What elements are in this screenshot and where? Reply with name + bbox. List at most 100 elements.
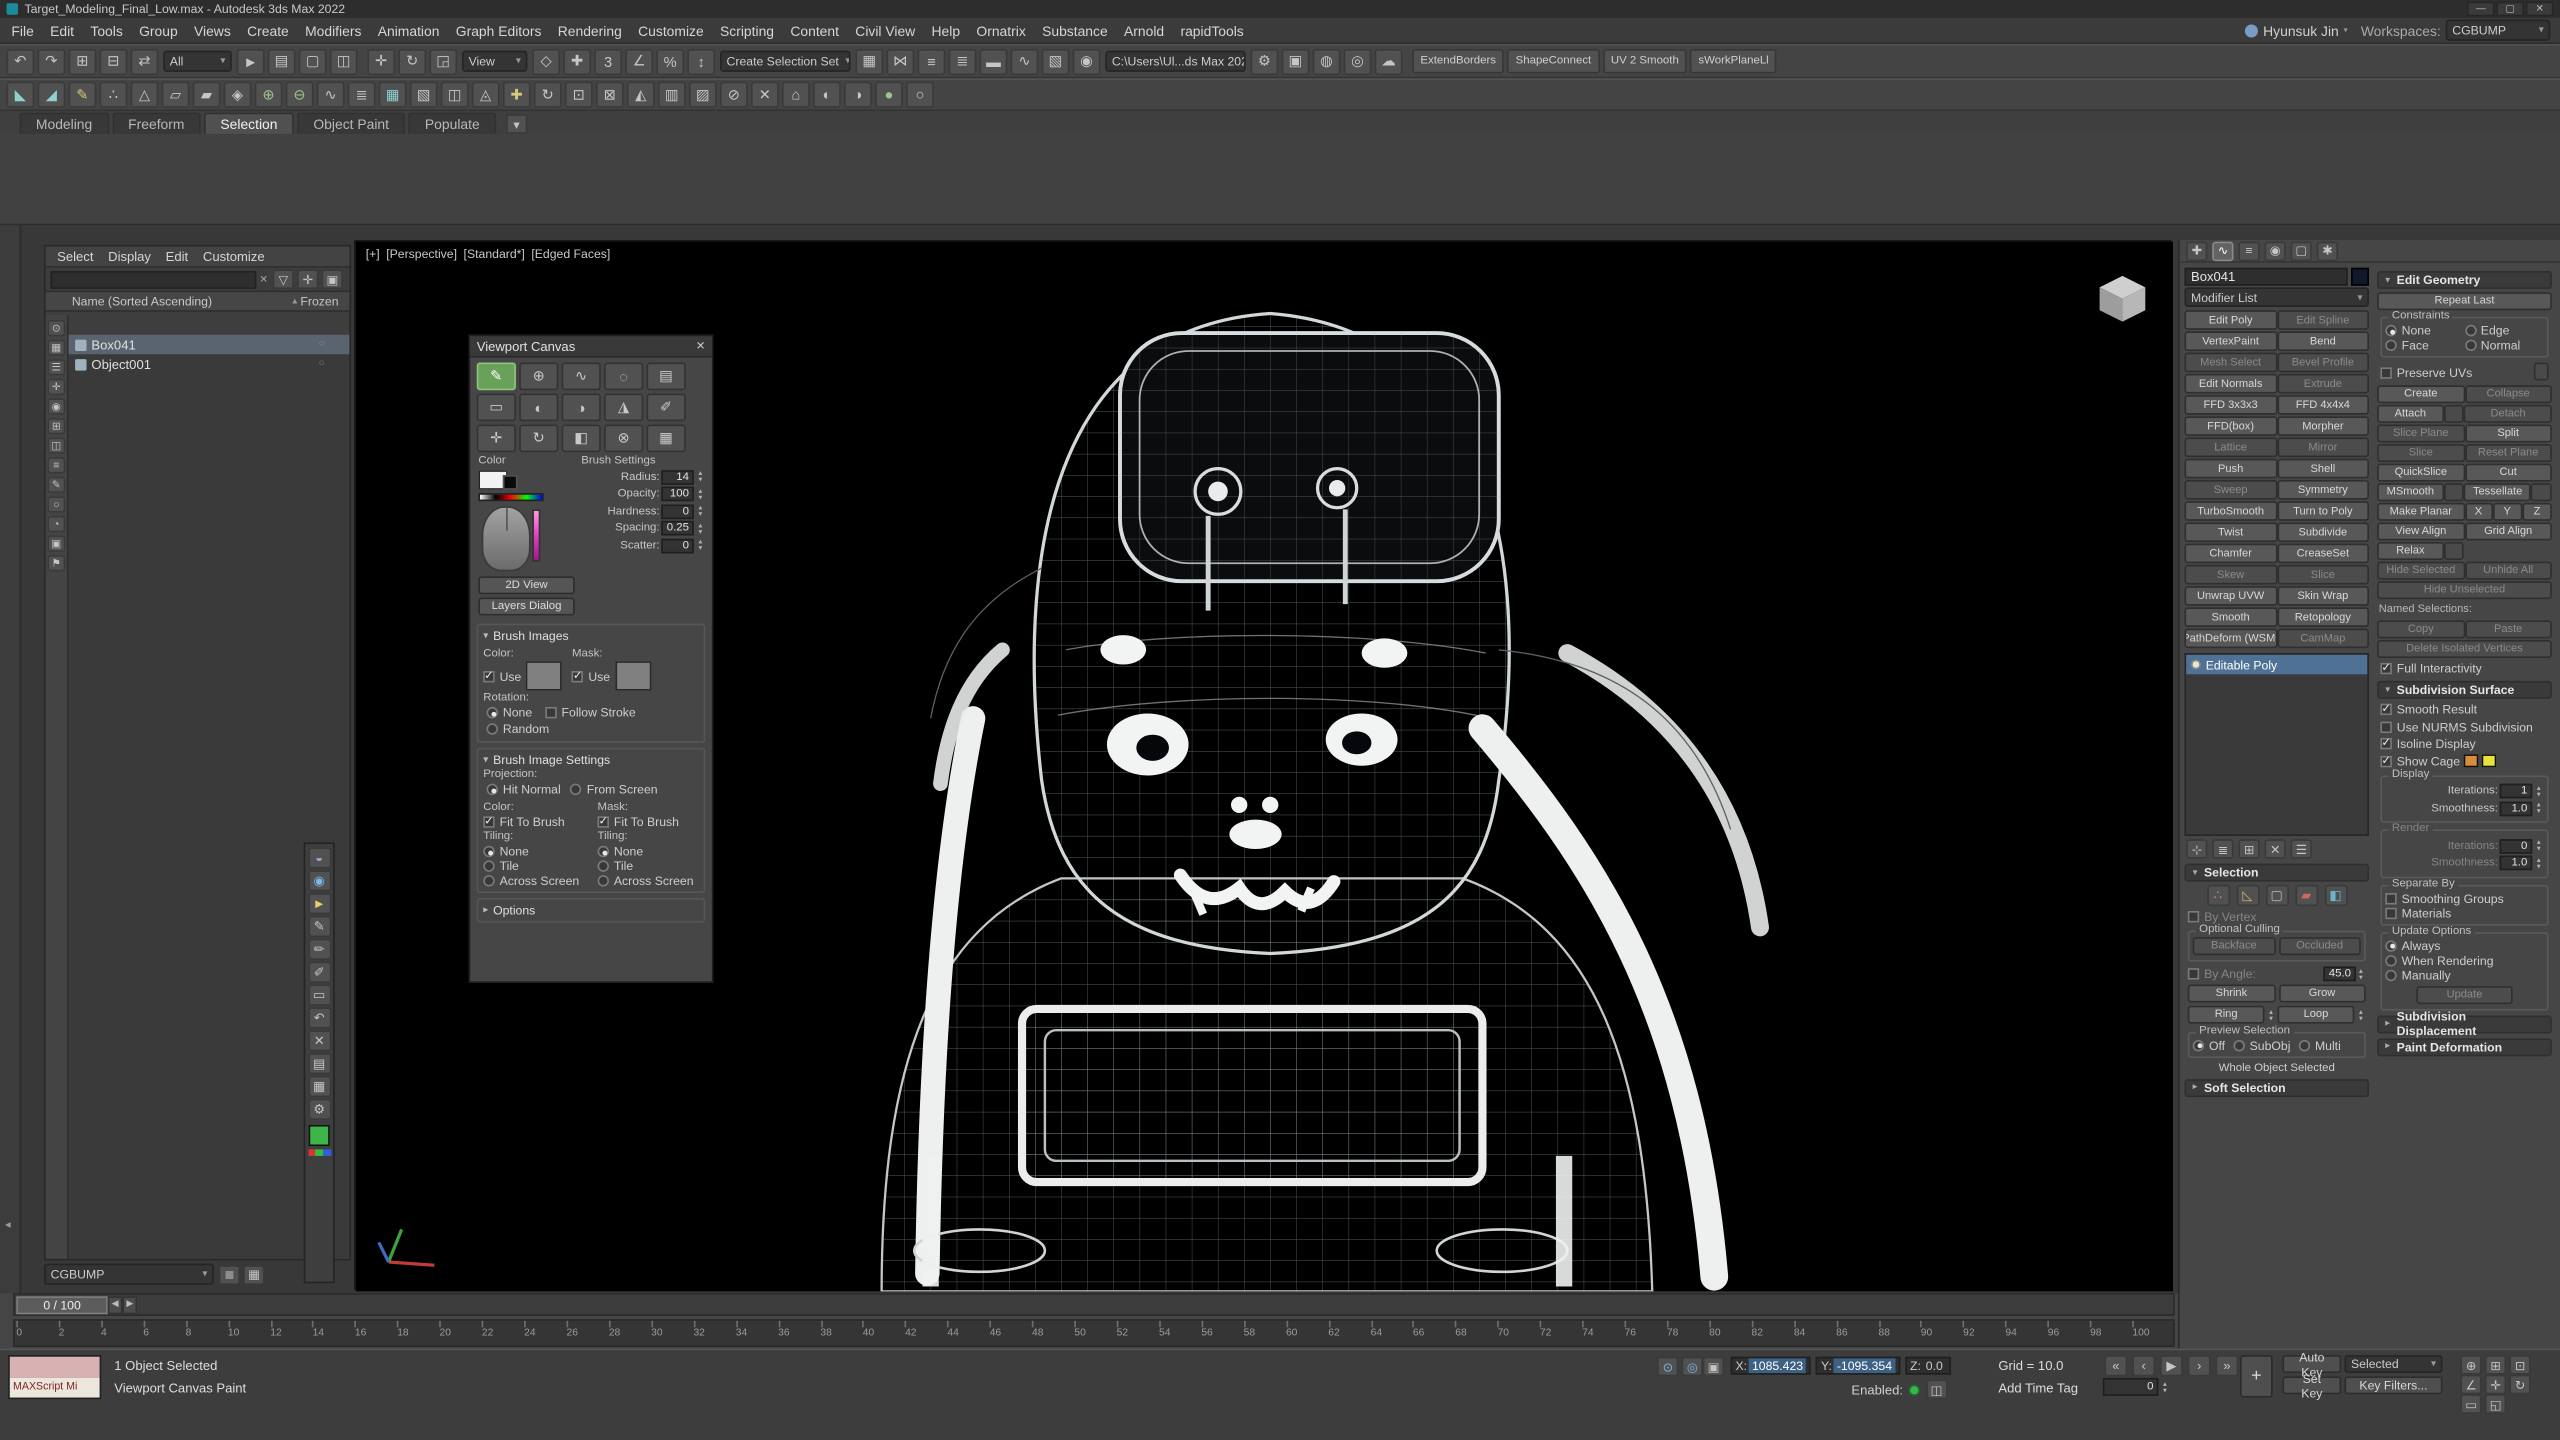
rotation-none-radio[interactable] xyxy=(487,707,498,718)
preview-multi-radio[interactable] xyxy=(2299,1039,2310,1050)
spinner-arrows-icon[interactable] xyxy=(696,470,706,483)
tab-modeling[interactable]: Modeling xyxy=(20,113,109,134)
mask-tiling-tile-radio[interactable] xyxy=(598,860,609,871)
eraser-tool[interactable]: ▭ xyxy=(477,393,516,421)
tab-selection[interactable]: Selection xyxy=(204,113,294,134)
window-crossing-icon[interactable]: ◫ xyxy=(330,48,358,74)
edit-poly-mode-icon[interactable]: ✎ xyxy=(69,82,97,108)
modifier-button[interactable]: Symmetry xyxy=(2277,480,2369,500)
menu-item[interactable]: Edit xyxy=(42,18,82,42)
edit-named-sets-icon[interactable]: ▦ xyxy=(856,48,884,74)
subdivision-displacement-rollout-header[interactable]: Subdivision Displacement xyxy=(2377,1015,2552,1033)
time-slider[interactable]: 0 / 100 ◀ ▶ xyxy=(13,1293,2175,1316)
bridge-tool-icon[interactable]: ∿ xyxy=(317,82,345,108)
burn-tool[interactable]: ◑ xyxy=(562,393,601,421)
edit-geometry-button[interactable]: Y xyxy=(2492,502,2522,520)
explorer-flag-icon[interactable]: ⚑ xyxy=(47,555,65,571)
menu-item[interactable]: Views xyxy=(186,18,239,42)
modifier-button[interactable]: TurboSmooth xyxy=(2184,501,2276,521)
explorer-menu-item[interactable]: Customize xyxy=(196,247,271,267)
modifier-button[interactable]: VertexPaint xyxy=(2184,331,2276,351)
preview-off-radio[interactable] xyxy=(2193,1039,2204,1050)
isolate-selection-icon[interactable]: ⊙ xyxy=(1657,1357,1678,1377)
unlink-selection-icon[interactable]: ⊟ xyxy=(100,48,128,74)
canvas-options-tool[interactable]: ▦ xyxy=(647,424,686,452)
shrink-button[interactable]: Shrink xyxy=(2188,984,2275,1002)
modifier-button[interactable]: CamMap xyxy=(2277,629,2369,649)
edit-geometry-button[interactable] xyxy=(2531,482,2552,500)
fov-icon[interactable]: ∠ xyxy=(2460,1375,2481,1395)
chamfer-tool-icon[interactable]: ◭ xyxy=(627,82,655,108)
edit-geometry-button[interactable]: MSmooth xyxy=(2377,482,2443,500)
menu-item[interactable]: Modifiers xyxy=(297,18,370,42)
bind-to-space-warp-icon[interactable]: ⇄ xyxy=(131,48,159,74)
edit-geometry-button[interactable]: Unhide All xyxy=(2464,561,2551,579)
modifier-stack[interactable]: Editable Poly xyxy=(2184,653,2368,836)
weld-tool-icon[interactable]: ⊡ xyxy=(565,82,593,108)
fill-tool[interactable]: ◧ xyxy=(562,424,601,452)
set-key-button[interactable]: Set Key xyxy=(2282,1376,2341,1394)
vertex-mode-icon[interactable]: ∴ xyxy=(100,82,128,108)
object-name-field[interactable]: Box041 xyxy=(2184,268,2347,286)
cgbump-grid-icon[interactable]: ▦ xyxy=(243,1264,264,1284)
render-production-icon[interactable]: ◍ xyxy=(1313,48,1341,74)
modifier-button[interactable]: Sweep xyxy=(2184,480,2276,500)
detach-tool-icon[interactable]: ✕ xyxy=(751,82,779,108)
cage-color-swatch-1[interactable] xyxy=(2463,754,2478,767)
menu-item[interactable]: Substance xyxy=(1034,18,1116,42)
modifier-button[interactable]: Push xyxy=(2184,459,2276,479)
grow-button[interactable]: Grow xyxy=(2278,984,2365,1002)
menu-item[interactable]: Help xyxy=(923,18,968,42)
dialog-title-bar[interactable]: Viewport Canvas ✕ xyxy=(470,336,712,357)
modifier-button[interactable]: Retopology xyxy=(2277,607,2369,627)
minimize-button[interactable]: — xyxy=(2467,2,2495,17)
mirror-tool-icon[interactable]: ◑ xyxy=(844,82,872,108)
angle-snap-icon[interactable]: ∠ xyxy=(625,48,653,74)
mirror-icon[interactable]: ⋈ xyxy=(887,48,915,74)
modifier-button[interactable]: Edit Spline xyxy=(2277,310,2369,330)
modifier-button[interactable]: Twist xyxy=(2184,522,2276,542)
by-angle-checkbox[interactable] xyxy=(2188,968,2199,979)
toggle-ribbon-icon[interactable]: ▬ xyxy=(980,48,1008,74)
edit-geometry-button[interactable]: Make Planar xyxy=(2377,502,2464,520)
ring-button[interactable]: Ring xyxy=(2188,1005,2265,1023)
polygon-modeling-icon-1[interactable]: ◣ xyxy=(7,82,35,108)
pick-object-icon[interactable]: ► xyxy=(308,893,331,914)
mask-tiling-none-radio[interactable] xyxy=(598,846,609,857)
enabled-dot-icon[interactable] xyxy=(1908,1384,1919,1395)
viewport-label-segment[interactable]: [+] xyxy=(366,247,380,262)
edit-geometry-button[interactable]: X xyxy=(2464,502,2492,520)
modifier-button[interactable]: Mirror xyxy=(2277,438,2369,458)
conform-tool-icon[interactable]: ○ xyxy=(906,82,934,108)
polygon-modeling-icon-2[interactable]: ◢ xyxy=(38,82,66,108)
relax-tool-icon[interactable]: ◬ xyxy=(472,82,500,108)
tab-populate[interactable]: Populate xyxy=(409,113,496,134)
close-icon[interactable]: ✕ xyxy=(696,340,706,353)
configure-modifier-sets-icon[interactable]: ☰ xyxy=(2291,839,2312,859)
brush-setting-value[interactable]: 0 xyxy=(661,504,694,519)
inset-tool-icon[interactable]: ▥ xyxy=(658,82,686,108)
search-input[interactable] xyxy=(51,270,257,288)
key-filters-button[interactable]: Key Filters... xyxy=(2344,1376,2442,1394)
modifier-button[interactable]: Mesh Select xyxy=(2184,353,2276,373)
explorer-helpers-icon[interactable]: ⊞ xyxy=(47,418,65,434)
rendered-frame-window-icon[interactable]: ▣ xyxy=(1282,48,1310,74)
menu-item[interactable]: Customize xyxy=(630,18,712,42)
select-by-name-icon[interactable]: ▤ xyxy=(268,48,296,74)
modifier-button[interactable]: Unwrap UVW xyxy=(2184,586,2276,606)
filter-icon[interactable]: ▽ xyxy=(273,269,294,289)
pan-tool[interactable]: ✛ xyxy=(477,424,516,452)
edit-geometry-button[interactable]: Collapse xyxy=(2464,384,2551,402)
pan-icon[interactable]: ✛ xyxy=(2485,1375,2506,1395)
brush-image-settings-header[interactable]: Brush Image Settings xyxy=(483,753,699,768)
modifier-list-dropdown[interactable]: Modifier List xyxy=(2184,287,2368,307)
vertex-subobject-icon[interactable]: ∴ xyxy=(2207,885,2230,906)
canvas-2d-view-icon[interactable]: ◒ xyxy=(308,847,331,868)
brush-large-icon[interactable]: ✐ xyxy=(308,962,331,983)
target-weld-icon[interactable]: ⊠ xyxy=(596,82,624,108)
preserve-uvs-settings-button[interactable] xyxy=(2534,362,2549,380)
polygon-mode-icon[interactable]: ▰ xyxy=(193,82,221,108)
display-iterations-spinner[interactable]: 1 xyxy=(2500,784,2533,799)
edit-geometry-button[interactable]: Reset Plane xyxy=(2464,443,2551,461)
explorer-xrefs-icon[interactable]: ✎ xyxy=(47,477,65,493)
